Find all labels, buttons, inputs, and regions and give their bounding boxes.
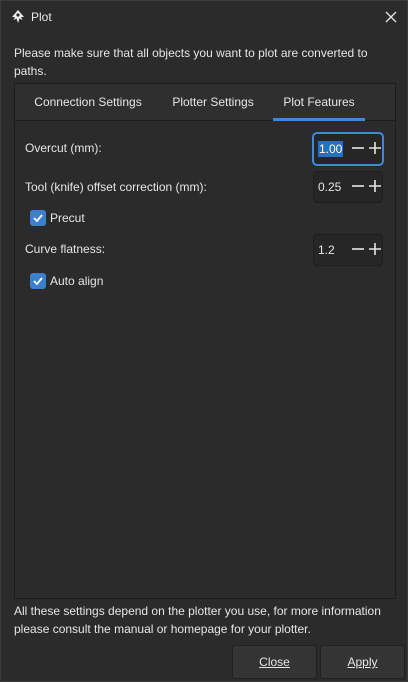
inkscape-logo-icon [10, 9, 26, 25]
overcut-stepper[interactable]: 1.00 [313, 133, 383, 165]
plus-icon[interactable] [366, 172, 384, 202]
settings-notebook: Connection Settings Plotter Settings Plo… [14, 83, 396, 599]
tab-connection-settings[interactable]: Connection Settings [23, 84, 153, 120]
tool-offset-stepper[interactable]: 0.25 [313, 171, 383, 203]
intro-text: Please make sure that all objects you wa… [14, 46, 368, 78]
plus-icon[interactable] [366, 134, 384, 164]
title-bar: Plot [1, 1, 407, 33]
overcut-input[interactable]: 1.00 [318, 134, 348, 164]
curve-flatness-input[interactable]: 1.2 [318, 235, 348, 265]
plot-features-page: Overcut (mm): 1.00 Tool (knife) offset c… [15, 121, 395, 597]
plus-icon[interactable] [366, 235, 384, 265]
precut-checkbox[interactable] [30, 210, 46, 226]
tool-offset-input[interactable]: 0.25 [318, 172, 348, 202]
precut-label[interactable]: Precut [50, 211, 85, 225]
close-icon[interactable] [379, 5, 403, 29]
close-button-label: Close [259, 655, 290, 669]
minus-icon[interactable] [349, 172, 367, 202]
plot-dialog: Plot Please make sure that all objects y… [0, 0, 408, 682]
window-title: Plot [31, 10, 52, 24]
apply-button[interactable]: Apply [320, 645, 405, 679]
curve-flatness-stepper[interactable]: 1.2 [313, 234, 383, 266]
tab-plot-features[interactable]: Plot Features [273, 84, 365, 121]
close-button[interactable]: Close [232, 645, 317, 679]
overcut-label: Overcut (mm): [25, 141, 102, 155]
curve-flatness-label: Curve flatness: [25, 242, 106, 256]
auto-align-checkbox[interactable] [30, 273, 46, 289]
minus-icon[interactable] [349, 134, 367, 164]
minus-icon[interactable] [349, 235, 367, 265]
auto-align-label[interactable]: Auto align [50, 274, 103, 288]
tab-bar: Connection Settings Plotter Settings Plo… [15, 84, 395, 121]
tab-plotter-settings[interactable]: Plotter Settings [161, 84, 265, 120]
apply-button-label: Apply [347, 655, 378, 669]
footer-info-text: All these settings depend on the plotter… [14, 604, 381, 636]
tool-offset-label: Tool (knife) offset correction (mm): [25, 180, 207, 194]
